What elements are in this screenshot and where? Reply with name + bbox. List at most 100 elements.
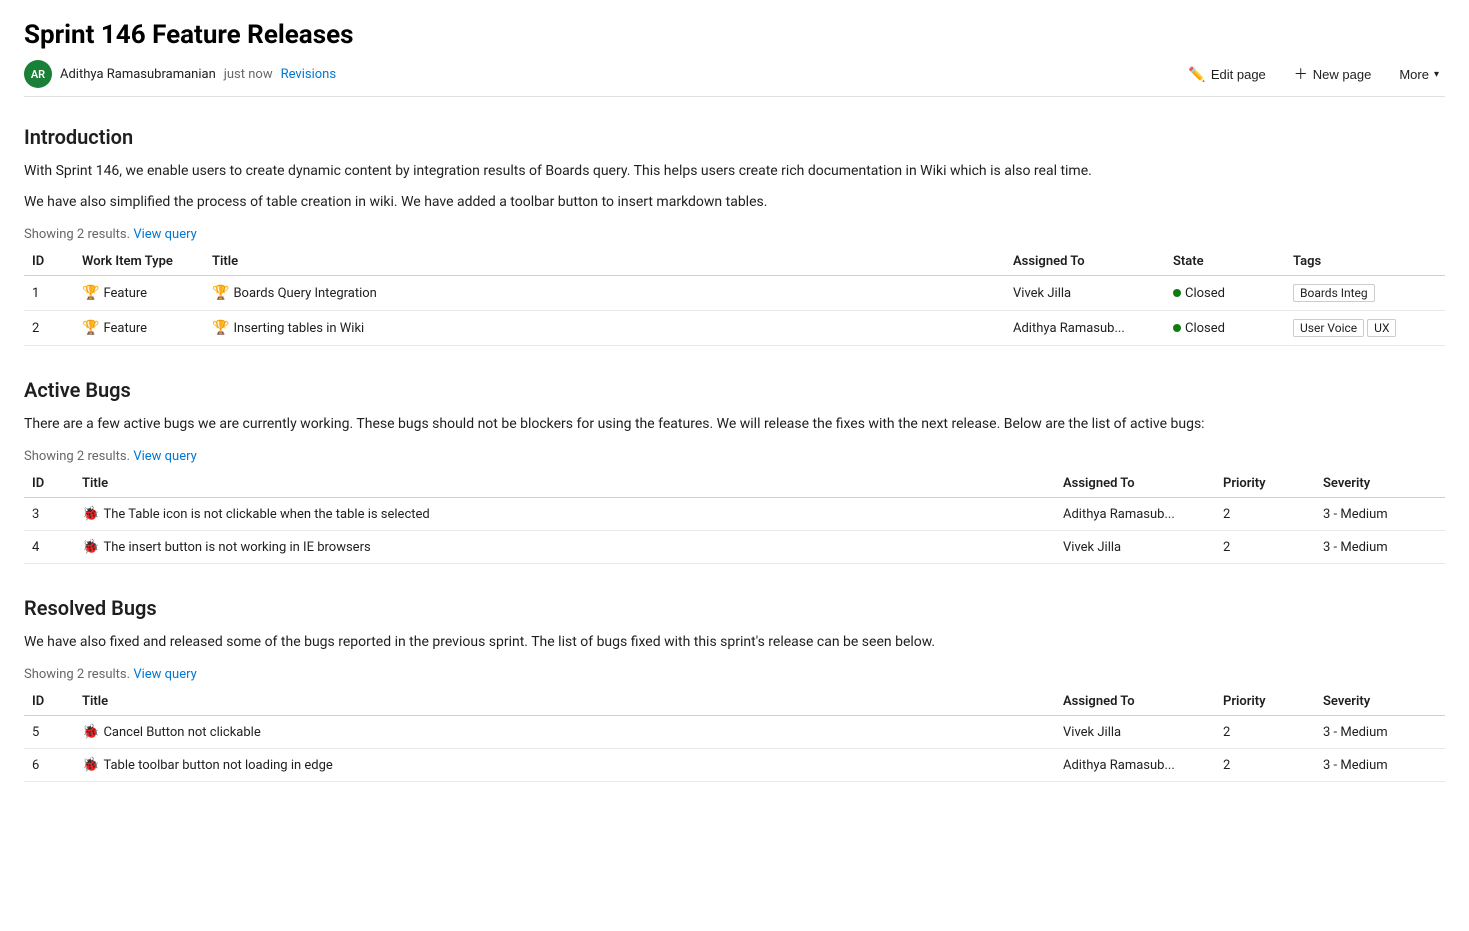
table-row: 1 🏆Feature 🏆Boards Query Integration Viv… xyxy=(24,276,1445,311)
content-area: Introduction With Sprint 146, we enable … xyxy=(24,101,1445,782)
cell-title: 🐞Cancel Button not clickable xyxy=(74,716,1055,749)
cell-priority: 2 xyxy=(1215,716,1315,749)
meta-bar: AR Adithya Ramasubramanian just now Revi… xyxy=(24,60,1445,97)
timestamp: just now xyxy=(224,67,273,82)
ab-col-header-severity: Severity xyxy=(1315,470,1445,498)
col-header-assigned: Assigned To xyxy=(1005,248,1165,276)
rb-col-header-title: Title xyxy=(74,688,1055,716)
resolved-bugs-showing-results: Showing 2 results. View query xyxy=(24,667,1445,682)
ab-col-header-priority: Priority xyxy=(1215,470,1315,498)
cell-severity: 3 - Medium xyxy=(1315,749,1445,782)
col-header-title: Title xyxy=(204,248,1005,276)
col-header-tags: Tags xyxy=(1285,248,1445,276)
introduction-para-2: We have also simplified the process of t… xyxy=(24,192,1445,213)
cell-title: 🐞The Table icon is not clickable when th… xyxy=(74,498,1055,531)
rb-col-header-severity: Severity xyxy=(1315,688,1445,716)
cell-id: 6 xyxy=(24,749,74,782)
cell-severity: 3 - Medium xyxy=(1315,716,1445,749)
cell-state: Closed xyxy=(1165,311,1285,346)
bug-icon: 🐞 xyxy=(82,757,99,773)
edit-icon: ✏️ xyxy=(1188,66,1205,83)
plus-icon: ＋ xyxy=(1294,64,1308,84)
introduction-para-1: With Sprint 146, we enable users to crea… xyxy=(24,161,1445,182)
cell-tags: Boards Integ xyxy=(1285,276,1445,311)
feature-icon: 🏆 xyxy=(82,285,99,301)
active-bugs-view-query-link[interactable]: View query xyxy=(133,449,196,464)
page-title: Sprint 146 Feature Releases xyxy=(24,20,1445,50)
table-row: 3 🐞The Table icon is not clickable when … xyxy=(24,498,1445,531)
tag-badge: Boards Integ xyxy=(1293,284,1375,302)
col-header-id: ID xyxy=(24,248,74,276)
introduction-heading: Introduction xyxy=(24,125,1445,149)
introduction-view-query-link[interactable]: View query xyxy=(133,227,196,242)
cell-priority: 2 xyxy=(1215,531,1315,564)
resolved-bugs-view-query-link[interactable]: View query xyxy=(133,667,196,682)
active-bugs-para: There are a few active bugs we are curre… xyxy=(24,414,1445,435)
cell-assigned: Vivek Jilla xyxy=(1005,276,1165,311)
cell-id: 2 xyxy=(24,311,74,346)
ab-col-header-id: ID xyxy=(24,470,74,498)
bug-icon: 🐞 xyxy=(82,506,99,522)
cell-severity: 3 - Medium xyxy=(1315,531,1445,564)
table-row: 6 🐞Table toolbar button not loading in e… xyxy=(24,749,1445,782)
chevron-down-icon: ▾ xyxy=(1434,69,1439,80)
status-dot xyxy=(1173,289,1181,297)
avatar: AR xyxy=(24,60,52,88)
cell-assigned: Adithya Ramasub... xyxy=(1055,498,1215,531)
status-dot xyxy=(1173,324,1181,332)
cell-id: 4 xyxy=(24,531,74,564)
cell-id: 5 xyxy=(24,716,74,749)
cell-assigned: Vivek Jilla xyxy=(1055,716,1215,749)
cell-id: 3 xyxy=(24,498,74,531)
edit-page-button[interactable]: ✏️ Edit page xyxy=(1182,62,1271,87)
cell-title: 🏆Boards Query Integration xyxy=(204,276,1005,311)
active-bugs-section: Active Bugs There are a few active bugs … xyxy=(24,378,1445,564)
cell-state: Closed xyxy=(1165,276,1285,311)
cell-title: 🏆Inserting tables in Wiki xyxy=(204,311,1005,346)
introduction-section: Introduction With Sprint 146, we enable … xyxy=(24,125,1445,346)
cell-assigned: Vivek Jilla xyxy=(1055,531,1215,564)
bug-icon: 🐞 xyxy=(82,539,99,555)
cell-assigned: Adithya Ramasub... xyxy=(1055,749,1215,782)
active-bugs-table: ID Title Assigned To Priority Severity 3… xyxy=(24,470,1445,564)
tag-badge: UX xyxy=(1367,319,1396,337)
active-bugs-heading: Active Bugs xyxy=(24,378,1445,402)
cell-severity: 3 - Medium xyxy=(1315,498,1445,531)
revisions-link[interactable]: Revisions xyxy=(281,67,336,82)
cell-type: 🏆Feature xyxy=(74,276,204,311)
new-page-button[interactable]: ＋ New page xyxy=(1288,60,1378,88)
resolved-bugs-heading: Resolved Bugs xyxy=(24,596,1445,620)
feature-icon: 🏆 xyxy=(82,320,99,336)
cell-title: 🐞Table toolbar button not loading in edg… xyxy=(74,749,1055,782)
cell-assigned: Adithya Ramasub... xyxy=(1005,311,1165,346)
more-button[interactable]: More ▾ xyxy=(1393,63,1445,86)
rb-col-header-assigned: Assigned To xyxy=(1055,688,1215,716)
resolved-bugs-para: We have also fixed and released some of … xyxy=(24,632,1445,653)
cell-id: 1 xyxy=(24,276,74,311)
tag-badge: User Voice xyxy=(1293,319,1364,337)
ab-col-header-assigned: Assigned To xyxy=(1055,470,1215,498)
rb-col-header-id: ID xyxy=(24,688,74,716)
ab-col-header-title: Title xyxy=(74,470,1055,498)
cell-tags: User VoiceUX xyxy=(1285,311,1445,346)
cell-priority: 2 xyxy=(1215,749,1315,782)
toolbar-right: ✏️ Edit page ＋ New page More ▾ xyxy=(1182,60,1445,88)
cell-type: 🏆Feature xyxy=(74,311,204,346)
introduction-table: ID Work Item Type Title Assigned To Stat… xyxy=(24,248,1445,346)
resolved-bugs-section: Resolved Bugs We have also fixed and rel… xyxy=(24,596,1445,782)
feature-icon-title: 🏆 xyxy=(212,320,229,336)
feature-icon-title: 🏆 xyxy=(212,285,229,301)
table-row: 2 🏆Feature 🏆Inserting tables in Wiki Adi… xyxy=(24,311,1445,346)
table-row: 5 🐞Cancel Button not clickable Vivek Jil… xyxy=(24,716,1445,749)
col-header-type: Work Item Type xyxy=(74,248,204,276)
bug-icon: 🐞 xyxy=(82,724,99,740)
active-bugs-showing-results: Showing 2 results. View query xyxy=(24,449,1445,464)
introduction-showing-results: Showing 2 results. View query xyxy=(24,227,1445,242)
cell-title: 🐞The insert button is not working in IE … xyxy=(74,531,1055,564)
rb-col-header-priority: Priority xyxy=(1215,688,1315,716)
author-name: Adithya Ramasubramanian xyxy=(60,67,216,82)
col-header-state: State xyxy=(1165,248,1285,276)
cell-priority: 2 xyxy=(1215,498,1315,531)
resolved-bugs-table: ID Title Assigned To Priority Severity 5… xyxy=(24,688,1445,782)
table-row: 4 🐞The insert button is not working in I… xyxy=(24,531,1445,564)
